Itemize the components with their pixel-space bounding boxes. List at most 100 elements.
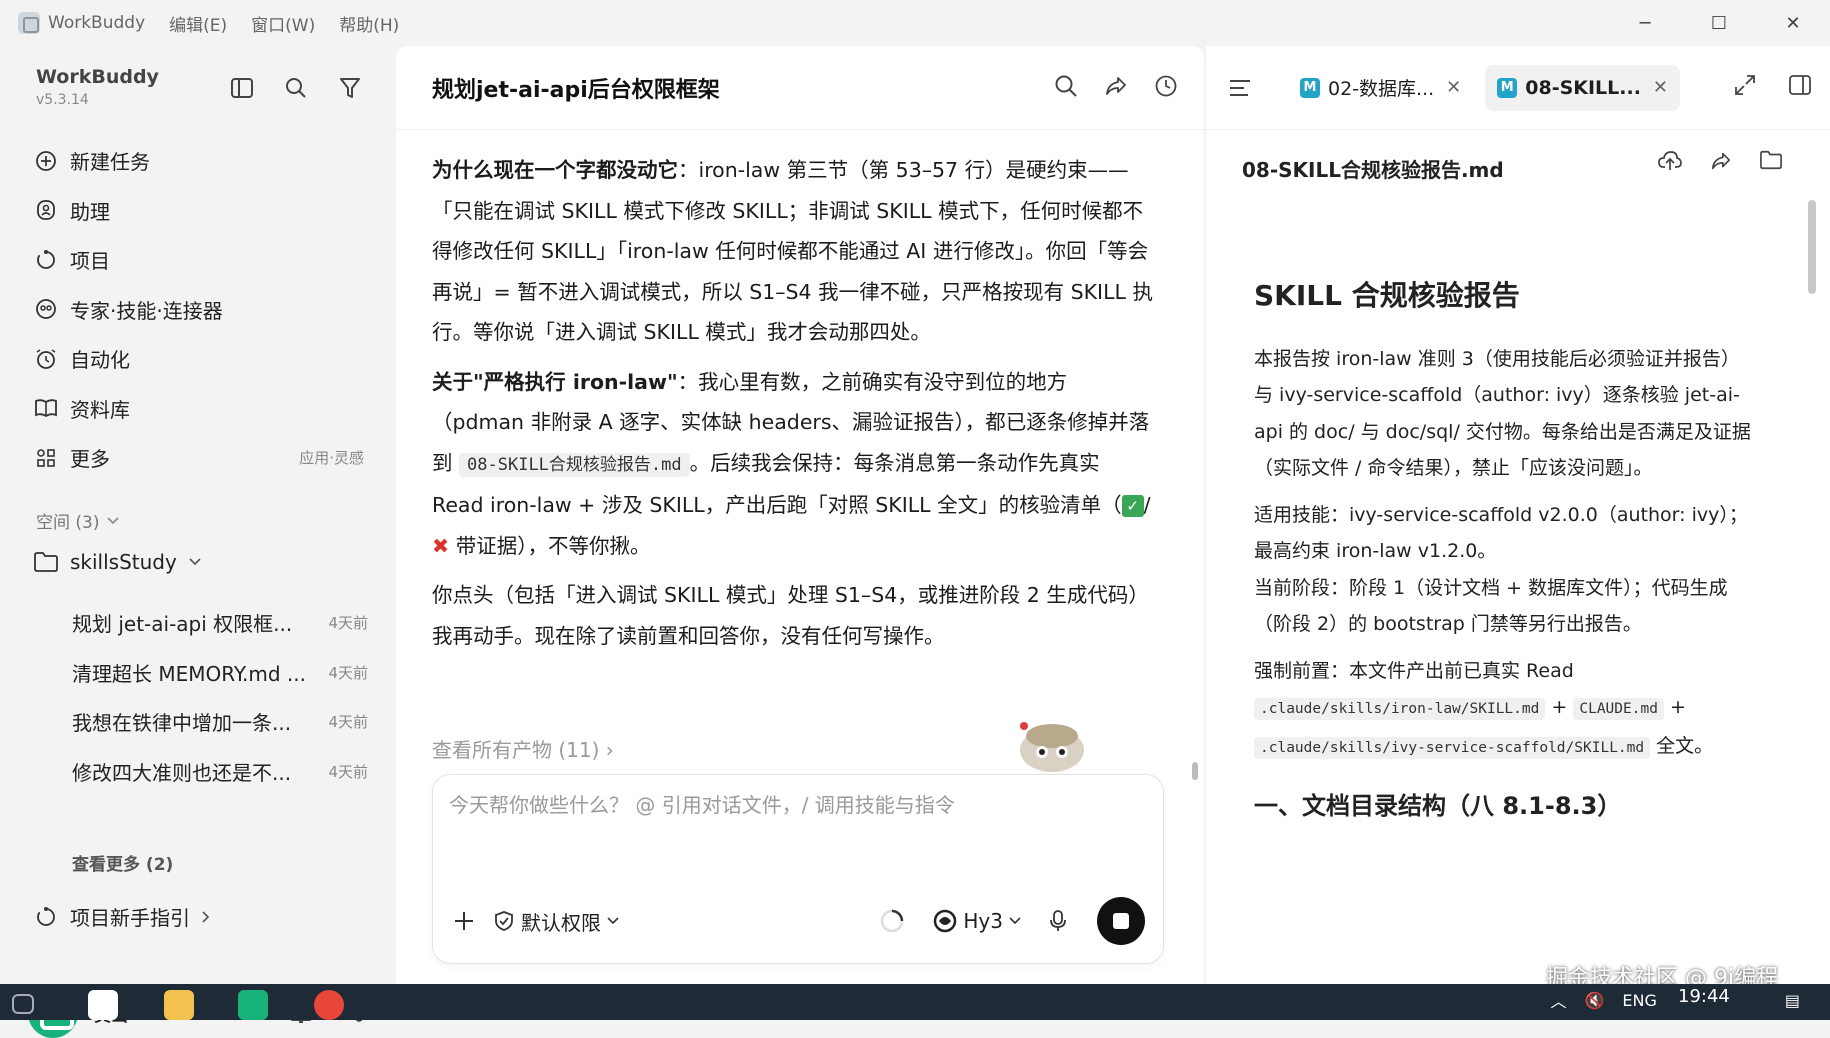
nav-automation[interactable]: 自动化 [34,334,364,384]
check-mark-icon: ✓ [1121,495,1144,517]
nav-label: 项目 [70,249,110,274]
doc-scrollbar[interactable] [1808,200,1816,294]
microphone-icon[interactable] [1049,909,1067,933]
permission-selector[interactable]: 默认权限 [493,907,619,936]
share-icon[interactable] [1710,150,1732,172]
tab-label: 02-数据库... [1328,78,1435,100]
notification-icon[interactable]: ▤ [1785,991,1800,1010]
inline-code: 08-SKILL合规核验报告.md [459,452,690,477]
task-time: 4天前 [328,762,368,781]
nav-library[interactable]: 资料库 [34,384,364,434]
chat-panel: 规划jet-ai-api后台权限框架 为什么现在一个字都没动它：iron-law… [396,46,1204,984]
close-button[interactable]: ✕ [1756,0,1830,46]
doc-text: + [1663,696,1686,718]
panel-toggle-icon[interactable] [228,74,256,102]
system-tray: ︿ 🔇 ENG ▤ [1550,988,1800,1012]
nav-experts[interactable]: 专家·技能·连接器 [34,285,364,335]
brand-version: v5.3.14 [36,92,89,108]
nav-label: 资料库 [70,397,130,422]
volume-icon[interactable]: 🔇 [1584,991,1604,1010]
task-title: 规划 jet-ai-api 权限框... [72,612,293,637]
doc-content: SKILL 合规核验报告 本报告按 iron-law 准则 3（使用技能后必须验… [1254,278,1754,825]
stop-button[interactable] [1097,897,1145,945]
model-selector[interactable]: Hy3 [933,909,1021,933]
loading-spinner-icon [881,909,904,933]
tab-database[interactable]: M 02-数据库... ✕ [1288,65,1473,111]
menu-edit[interactable]: 编辑(E) [169,11,227,36]
expand-icon[interactable] [1734,74,1756,96]
message-input[interactable] [449,793,1139,817]
slash: / [1143,493,1151,517]
doc-tabs: M 02-数据库... ✕ M 08-SKILL... ✕ [1206,46,1830,130]
doc-text: 当前阶段：阶段 1（设计文档 + 数据库文件）；代码生成（阶段 2）的 boot… [1254,576,1728,636]
message-paragraph: 你点头（包括「进入调试 SKILL 模式」处理 S1–S4，或推进阶段 2 生成… [432,583,1149,648]
maximize-button[interactable]: ☐ [1682,0,1756,46]
main-nav: 新建任务 助理 项目 专家·技能·连接器 自动化 资料库 更多 应用·灵感 [34,136,364,483]
expert-icon [36,299,56,320]
menu-help[interactable]: 帮助(H) [339,11,399,36]
folder-skillsstudy[interactable]: skillsStudy [34,550,201,574]
clock[interactable]: 19:44 [1678,986,1730,1007]
message-paragraph: 为什么现在一个字都没动它：iron-law 第三节（第 53–57 行）是硬约束… [432,150,1156,353]
language-indicator[interactable]: ENG [1622,991,1656,1010]
book-icon [35,399,57,418]
doc-subheading: 一、文档目录结构（八 8.1-8.3） [1254,792,1622,820]
doc-paragraph: 强制前置：本文件产出前已真实 Read .claude/skills/iron-… [1254,653,1754,767]
search-icon[interactable] [1054,74,1078,98]
task-item[interactable]: 我想在铁律中增加一条... 4天前 [72,697,368,747]
chevron-down-icon [107,516,120,524]
document-panel: M 02-数据库... ✕ M 08-SKILL... ✕ 08-SKILL合规… [1206,46,1830,984]
view-artifacts-link[interactable]: 查看所有产物 (11) › [432,734,614,763]
inline-code: .claude/skills/ivy-service-scaffold/SKIL… [1254,736,1651,759]
permission-label: 默认权限 [521,910,601,935]
side-panel-icon[interactable] [1788,74,1812,96]
spaces-label: 空间 (3) [36,513,100,533]
project-icon [37,249,55,269]
doc-text: 强制前置：本文件产出前已真实 Read [1254,659,1574,682]
tab-skill-report[interactable]: M 08-SKILL... ✕ [1485,64,1681,111]
task-item[interactable]: 规划 jet-ai-api 权限框... 4天前 [72,598,368,648]
close-icon[interactable]: ✕ [1446,77,1461,98]
task-view-icon[interactable] [12,994,34,1014]
doc-paragraph: 本报告按 iron-law 准则 3（使用技能后必须验证并报告）与 ivy-se… [1254,347,1751,480]
nav-label: 新建任务 [70,150,150,175]
grid-icon [37,448,55,467]
tray-chevron-icon[interactable]: ︿ [1550,988,1566,1012]
task-item[interactable]: 修改四大准则也还是不... 4天前 [72,747,368,797]
composer: 默认权限 Hy3 [432,774,1164,964]
nav-assistant[interactable]: 助理 [34,186,364,236]
workbuddy-icon[interactable] [238,990,268,1020]
nav-more[interactable]: 更多 应用·灵感 [34,433,364,483]
nav-new-task[interactable]: 新建任务 [34,136,364,186]
menu-window[interactable]: 窗口(W) [251,11,315,36]
markdown-icon: M [1300,77,1320,98]
minimize-button[interactable]: ─ [1608,0,1682,46]
see-more-link[interactable]: 查看更多 (2) [72,850,173,875]
nav-project[interactable]: 项目 [34,235,364,285]
chevron-down-icon [1009,917,1021,925]
history-icon[interactable] [1154,74,1178,98]
typora-icon[interactable] [88,990,118,1020]
spaces-header[interactable]: 空间 (3) [36,508,120,533]
list-icon[interactable] [1228,78,1252,98]
chrome-icon[interactable] [314,990,344,1020]
model-logo-icon [934,909,957,933]
task-item[interactable]: 清理超长 MEMORY.md ... 4天前 [72,648,368,698]
chat-scrollbar[interactable] [1192,762,1198,780]
doc-text: 适用技能：ivy-service-scaffold v2.0.0（author:… [1254,503,1748,563]
file-explorer-icon[interactable] [164,990,194,1020]
title-bar: WorkBuddy 编辑(E) 窗口(W) 帮助(H) ─ ☐ ✕ [0,0,1830,46]
paragraph-heading: 关于"严格执行 iron-law" [432,369,678,394]
upload-icon[interactable] [1658,150,1682,172]
folder-label: skillsStudy [70,550,177,574]
share-icon[interactable] [1104,74,1128,98]
folder-icon[interactable] [1760,150,1782,170]
search-icon[interactable] [282,74,310,102]
close-icon[interactable]: ✕ [1653,77,1668,98]
chat-title: 规划jet-ai-api后台权限框架 [432,77,720,103]
project-guide[interactable]: 项目新手指引 [34,902,210,931]
markdown-icon: M [1497,77,1518,98]
add-icon[interactable] [453,910,475,932]
alarm-icon [36,349,56,369]
filter-icon[interactable] [336,74,364,102]
